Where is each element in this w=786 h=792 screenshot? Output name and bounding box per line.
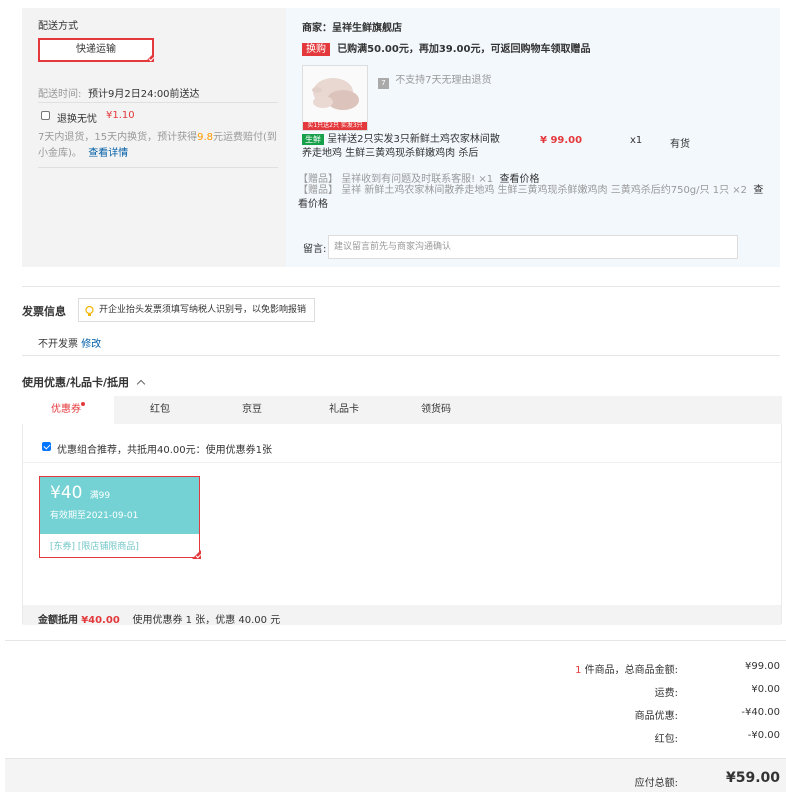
fresh-tag: 生鲜 [302,134,324,145]
divider [22,462,782,463]
note-input[interactable]: 建议留言前先与商家沟通确认 [328,235,738,259]
item-title[interactable]: 生鲜 呈祥送2只实发3只新鲜土鸡农家林间散养走地鸡 生鲜三黄鸡现杀鲜嫩鸡肉 杀后 [302,133,502,161]
shipping-method-button[interactable]: 快递运输 [38,38,154,62]
invoice-tip: 开企业抬头发票须填写纳税人识别号，以免影响报销 [78,298,316,322]
divider [22,355,780,356]
tab-coupon[interactable]: 优惠券 [22,396,114,424]
new-dot-icon [81,402,85,406]
shipping-title: 配送方式 [38,21,78,32]
summary-count: 1 件商品，总商品金额: [575,665,678,676]
tab-jingdou[interactable]: 京豆 [206,396,298,424]
item-stock: 有货 [670,139,690,150]
selected-check-icon [192,550,201,559]
coupon-card[interactable]: ¥40 满99 有效期至2021-09-01 [东券] [限店铺限商品] [39,476,201,559]
discount-footer-text: 金额抵用 ¥40.00 使用优惠券 1 张，优惠 40.00 元 [38,615,281,626]
gift-line-2: 【赠品】 呈祥 新鲜土鸡农家林间散养走地鸡 生鲜三黄鸡现杀鲜嫩鸡肉 三黄鸡杀后约… [298,185,764,210]
promo-text: 已购满50.00元，再加39.00元，可返回购物车领取赠品 [337,44,591,55]
insurance-detail-link[interactable]: 查看详情 [88,148,128,159]
chevron-up-icon [136,379,146,389]
item-quantity: x1 [630,135,643,146]
tab-redpacket[interactable]: 红包 [114,396,206,424]
insurance-label: 退换无忧 [57,114,97,125]
product-image[interactable]: 买1只送2只 实发3只 [302,65,368,131]
item-name: 呈祥送2只实发3只新鲜土鸡农家林间散养走地鸡 生鲜三黄鸡现杀鲜嫩鸡肉 杀后 [302,134,500,159]
insurance-description: 7天内退货，15天内换货，预计获得9.8元运费赔付(到小金库)。 查看详情 [38,132,277,159]
summary-redpacket-label: 红包: [654,734,678,745]
total-label: 应付总额: [634,778,678,789]
divider [22,286,780,287]
shipping-method-label: 快递运输 [76,44,116,55]
invoice-value: 不开发票 修改 [38,339,102,350]
discount-tabs: 优惠券 红包 京豆 礼品卡 领货码 [22,396,782,424]
tab-giftcard[interactable]: 礼品卡 [298,396,390,424]
divider [5,640,786,641]
summary-discount-label: 商品优惠: [634,711,678,722]
coupon-condition: 满99 [89,491,111,501]
discount-title[interactable]: 使用优惠/礼品卡/抵用 [22,374,146,390]
item-price: ¥ 99.00 [540,135,583,146]
summary-freight-label: 运费: [654,688,678,699]
promo-line: 换购 已购满50.00元，再加39.00元，可返回购物车领取赠品 [302,40,591,56]
tab-pickup-code[interactable]: 领货码 [390,396,482,424]
promo-tag: 换购 [302,43,330,56]
coupon-tags: [东券] [限店铺限商品] [50,542,139,552]
invoice-title: 发票信息 [22,305,66,318]
no-return-line: 7 不支持7天无理由退货 [378,71,492,89]
chicken-image-icon [303,66,367,124]
invoice-edit-link[interactable]: 修改 [81,339,101,350]
delivery-time-value: 预计9月2日24:00前送达 [88,89,200,100]
coupon-amount: ¥40 [50,483,83,503]
product-image-banner: 买1只送2只 实发3只 [303,122,367,130]
selected-check-icon [145,53,154,62]
delivery-time-label: 配送时间: [38,89,82,100]
no-return-icon: 7 [378,78,389,89]
combo-checkbox[interactable] [42,442,51,451]
gift-line-1: 【赠品】 呈祥收到有问题及时联系客服! ×1 查看价格 [298,174,540,185]
summary-discount: -¥40.00 [741,707,780,718]
divider [38,102,278,103]
insurance-checkbox[interactable] [41,111,50,120]
lightbulb-icon [85,304,94,316]
coupon-top: ¥40 满99 有效期至2021-09-01 [40,477,199,534]
note-label: 留言: [303,244,327,255]
store-name: 商家：呈祥生鲜旗舰店 [302,23,402,34]
summary-redpacket: -¥0.00 [747,730,780,741]
divider [38,167,278,168]
total-amount: ¥59.00 [725,770,780,786]
insurance-price: ¥1.10 [106,110,135,121]
no-return-text: 不支持7天无理由退货 [395,75,492,86]
summary-freight: ¥0.00 [751,684,780,695]
coupon-expiry: 有效期至2021-09-01 [50,511,139,521]
summary-goods-amount: ¥99.00 [745,661,780,672]
combo-text: 优惠组合推荐，共抵用40.00元：使用优惠券1张 [57,445,272,456]
